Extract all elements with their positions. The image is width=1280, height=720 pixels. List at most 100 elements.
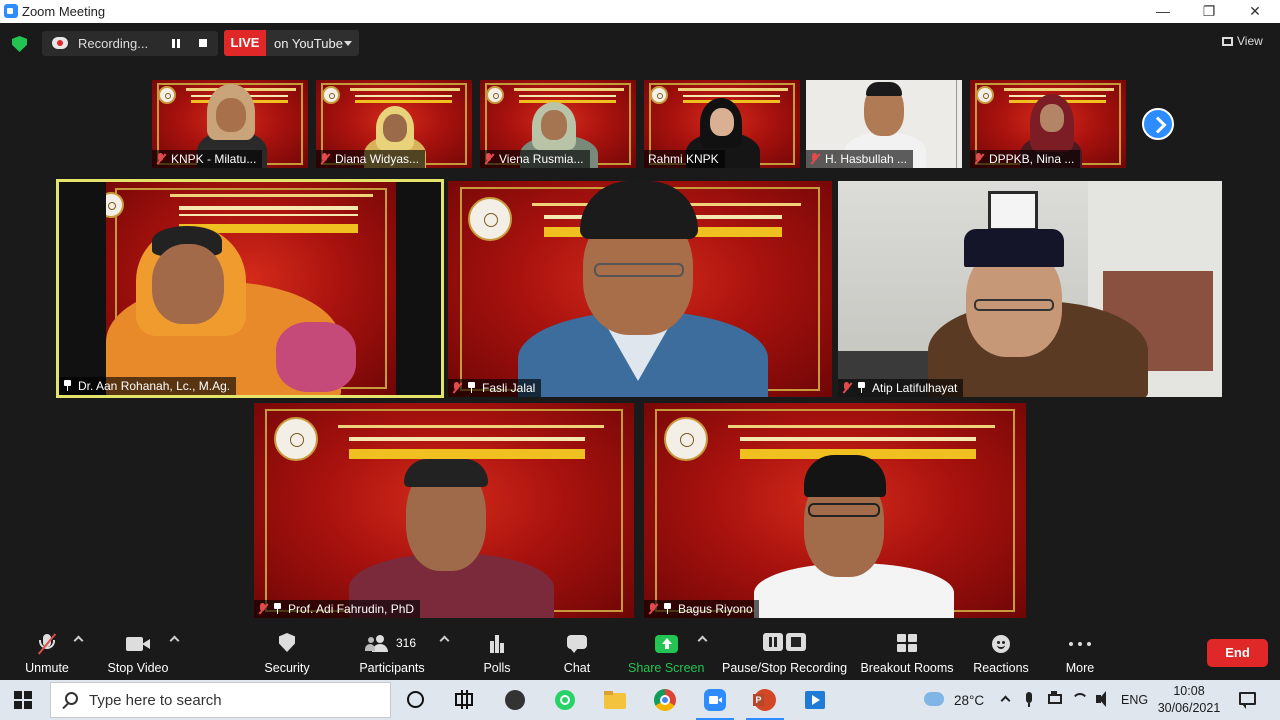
more-button[interactable]: More <box>1058 627 1102 680</box>
muted-mic-icon <box>974 153 983 164</box>
powerpoint-icon[interactable]: P <box>753 688 777 712</box>
thumbnail-video[interactable]: DPPKB, Nina ... <box>970 80 1126 168</box>
participant-name: KNPK - Milatu... <box>152 150 263 168</box>
stop-video-button[interactable]: Stop Video <box>104 627 172 680</box>
participant-name: Bagus Riyono <box>644 600 759 618</box>
reactions-button[interactable]: Reactions <box>970 627 1032 680</box>
muted-mic-icon <box>484 153 493 164</box>
chat-button[interactable]: Chat <box>556 627 598 680</box>
chat-bubble-icon <box>564 633 590 655</box>
chevron-down-icon <box>344 41 352 46</box>
view-button[interactable]: View <box>1222 34 1263 48</box>
active-speaker-video-tile[interactable]: Dr. Aan Rohanah, Lc., M.Ag. <box>56 179 444 398</box>
taskbar-search-box[interactable]: Type here to search <box>50 682 391 718</box>
show-hidden-icons-chevron[interactable] <box>998 680 1014 720</box>
window-title: Zoom Meeting <box>22 4 106 19</box>
pause-stop-recording-icon <box>762 633 806 655</box>
pin-icon <box>63 380 72 391</box>
unmute-button[interactable]: Unmute <box>14 627 80 680</box>
thumbnail-video[interactable]: H. Hasbullah ... <box>806 80 962 168</box>
audio-options-chevron[interactable] <box>72 627 86 680</box>
thumbnail-video[interactable]: Viena Rusmia... <box>480 80 636 168</box>
clock-date: 30/06/2021 <box>1157 701 1221 715</box>
participant-name: Dr. Aan Rohanah, Lc., M.Ag. <box>59 377 237 395</box>
cortana-circle-icon[interactable] <box>404 688 428 712</box>
participant-video-tile[interactable]: Fasli Jalal <box>448 181 832 397</box>
thumbnail-video[interactable]: Diana Widyas... <box>316 80 472 168</box>
participants-button[interactable]: 316 Participants <box>356 627 428 680</box>
muted-mic-icon <box>452 382 461 393</box>
pin-icon <box>467 382 476 393</box>
polls-bar-chart-icon <box>484 633 510 655</box>
muted-microphone-icon <box>34 633 60 655</box>
close-button[interactable]: ✕ <box>1232 0 1278 23</box>
live-stream-dropdown[interactable]: LIVE on YouTube <box>224 30 359 56</box>
participant-video-tile[interactable]: Prof. Adi Fahrudin, PhD <box>254 403 634 618</box>
clock[interactable]: 10:08 30/06/2021 <box>1156 680 1222 720</box>
security-shield-icon <box>274 633 300 655</box>
media-player-icon[interactable] <box>803 688 827 712</box>
recording-indicator: Recording... <box>42 31 218 56</box>
participants-options-chevron[interactable] <box>438 627 452 680</box>
pin-icon <box>273 603 282 614</box>
muted-mic-icon <box>842 382 851 393</box>
minimize-button[interactable]: — <box>1140 0 1186 23</box>
notification-icon[interactable] <box>1238 680 1258 720</box>
weather-cloud-icon <box>924 692 944 706</box>
weather-temperature: 28°C <box>954 693 985 708</box>
breakout-rooms-grid-icon <box>894 633 920 655</box>
pause-stop-recording-button[interactable]: Pause/Stop Recording <box>722 627 847 680</box>
participant-name: DPPKB, Nina ... <box>970 150 1081 168</box>
breakout-rooms-button[interactable]: Breakout Rooms <box>860 627 954 680</box>
participant-name: Diana Widyas... <box>316 150 426 168</box>
participants-count: 316 <box>396 636 417 650</box>
smiley-face-icon <box>988 633 1014 655</box>
whatsapp-icon[interactable] <box>553 688 577 712</box>
participants-icon: 316 <box>362 633 422 655</box>
share-screen-button[interactable]: Share Screen <box>628 627 704 680</box>
stream-target-label: on YouTube <box>274 36 343 51</box>
window-title-bar: Zoom Meeting — ❐ ✕ <box>0 0 1280 23</box>
task-view-icon[interactable] <box>452 688 476 712</box>
participant-video-tile[interactable]: Atip Latifulhayat <box>838 181 1222 397</box>
cloud-recording-icon <box>52 37 68 49</box>
participant-video-tile[interactable]: Bagus Riyono <box>644 403 1026 618</box>
muted-mic-icon <box>648 603 657 614</box>
clock-time: 10:08 <box>1173 684 1205 698</box>
thumbnail-video[interactable]: Rahmi KNPK <box>644 80 800 168</box>
pin-icon <box>663 603 672 614</box>
muted-mic-icon <box>320 153 329 164</box>
stop-recording-icon[interactable] <box>199 39 207 47</box>
search-icon <box>65 692 78 705</box>
share-screen-arrow-icon <box>653 633 679 655</box>
polls-button[interactable]: Polls <box>477 627 517 680</box>
share-options-chevron[interactable] <box>696 627 710 680</box>
muted-mic-icon <box>810 153 819 164</box>
muted-mic-icon <box>156 153 165 164</box>
participant-name: Rahmi KNPK <box>644 150 725 168</box>
file-explorer-icon[interactable] <box>603 688 627 712</box>
end-meeting-button[interactable]: End <box>1207 639 1268 667</box>
microphone-tray-icon[interactable] <box>1022 680 1036 720</box>
participant-name: Fasli Jalal <box>448 379 542 397</box>
volume-icon[interactable] <box>1094 680 1112 720</box>
video-camera-icon <box>125 633 151 655</box>
language-indicator[interactable]: ENG <box>1121 680 1149 720</box>
recording-label: Recording... <box>78 36 149 51</box>
thumbnail-video[interactable]: KNPK - Milatu... <box>152 80 308 168</box>
battery-icon[interactable] <box>1046 680 1064 720</box>
grid-view-icon <box>1222 37 1233 46</box>
view-label: View <box>1237 34 1263 48</box>
windows-start-icon[interactable] <box>14 691 32 709</box>
zoom-app-icon <box>4 4 18 18</box>
pause-recording-icon[interactable] <box>172 39 180 48</box>
security-button[interactable]: Security <box>258 627 316 680</box>
maximize-button[interactable]: ❐ <box>1186 0 1232 23</box>
participant-name: Prof. Adi Fahrudin, PhD <box>254 600 421 618</box>
wifi-icon[interactable] <box>1070 680 1088 720</box>
chrome-icon[interactable] <box>653 688 677 712</box>
next-page-arrow-icon[interactable] <box>1142 108 1174 140</box>
zoom-taskbar-icon[interactable] <box>703 688 727 712</box>
app-icon[interactable] <box>503 688 527 712</box>
video-options-chevron[interactable] <box>168 627 182 680</box>
